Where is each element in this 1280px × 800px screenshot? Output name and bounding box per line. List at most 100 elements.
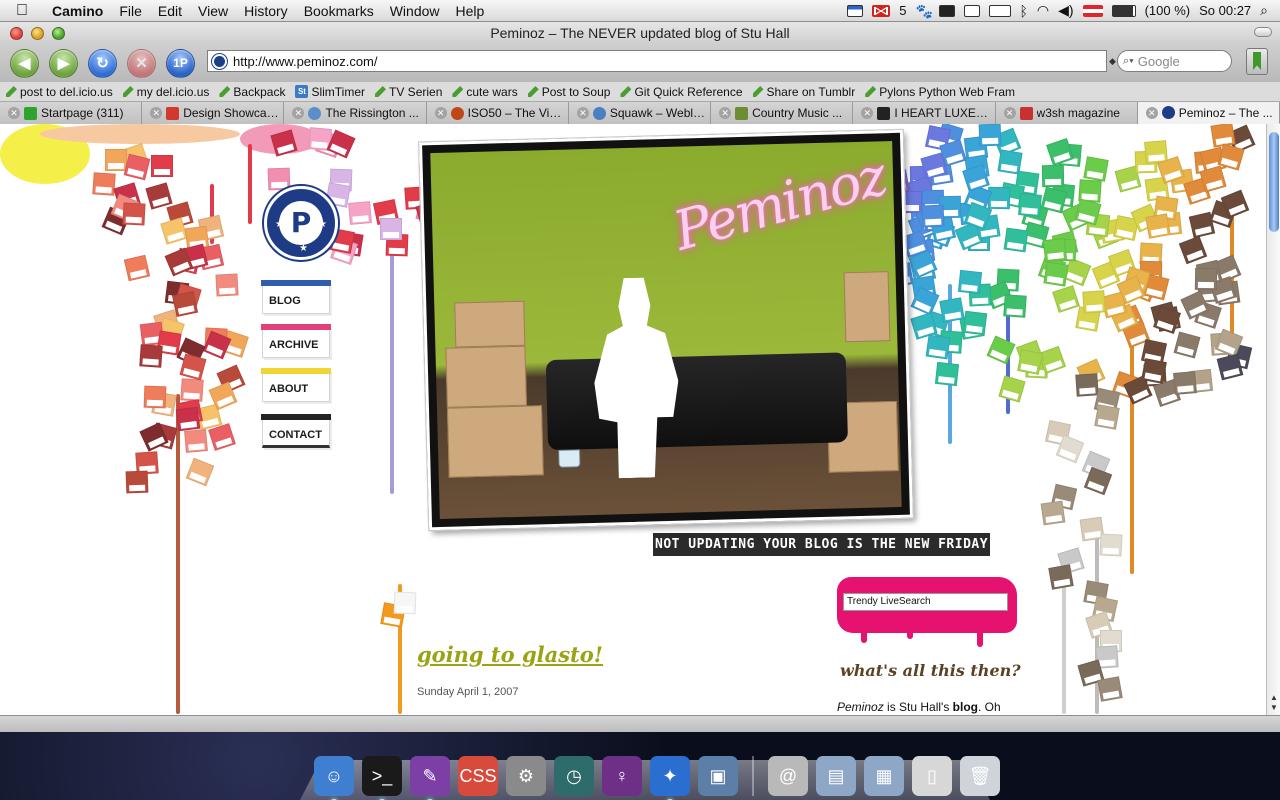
app-menu[interactable]: Camino (44, 0, 111, 22)
dock-mail-icon[interactable]: @ (768, 756, 808, 796)
scrollbar-thumb[interactable] (1269, 132, 1279, 232)
paint-chip (1173, 371, 1197, 395)
url-dropdown-icon[interactable]: ◆ (1109, 56, 1116, 67)
bookmark-tv-serien[interactable]: TV Serien (375, 85, 442, 99)
nav-about-link[interactable]: ABOUT (261, 368, 331, 402)
bookmark-slimtimer[interactable]: St SlimTimer (295, 85, 365, 99)
toolbar-toggle-button[interactable] (1254, 27, 1272, 37)
tab-favicon-icon (592, 106, 606, 120)
volume-icon[interactable]: ◀) (1058, 2, 1073, 19)
dock-trash-icon[interactable]: 🗑 (960, 756, 1000, 796)
paw-icon[interactable]: 🐾 (916, 4, 933, 18)
bookmark-post-to-delicious[interactable]: post to del.icio.us (6, 85, 113, 99)
tab-peminoz[interactable]: ✕ Peminoz – The ... (1137, 102, 1280, 124)
paint-drip (861, 625, 867, 643)
script-menu-icon[interactable] (938, 4, 955, 17)
search-engine-icon[interactable]: ⌕▾ (1123, 55, 1134, 68)
bookmarks-button[interactable] (1246, 48, 1268, 75)
dock-system-preferences-icon[interactable]: ⚙ (506, 756, 546, 796)
dock-applications-stack-icon[interactable]: ▦ (864, 756, 904, 796)
tab-close-icon[interactable]: ✕ (292, 107, 305, 119)
url-text: http://www.peminoz.com/ (233, 53, 378, 69)
tab-favicon-icon (1161, 106, 1175, 119)
paint-chip (125, 470, 149, 494)
display-icon[interactable] (963, 4, 980, 17)
tab-close-icon[interactable]: ✕ (150, 107, 163, 119)
tab-country-music[interactable]: ✕ Country Music ... (711, 102, 854, 124)
dock-time-machine-icon[interactable]: ◷ (554, 756, 594, 796)
close-window-button[interactable] (10, 26, 23, 40)
battery-icon[interactable] (1111, 4, 1136, 17)
dock-file-stack-icon[interactable]: ▯ (912, 756, 952, 796)
bookmark-pylons[interactable]: Pylons Python Web Fram (865, 85, 1015, 99)
stop-button[interactable]: ✕ (127, 48, 156, 78)
menu-help[interactable]: Help (448, 0, 493, 22)
dock-terminal-icon[interactable]: >_ (362, 756, 402, 800)
tab-close-icon[interactable]: ✕ (434, 107, 447, 119)
post-title-link[interactable]: going to glasto! (417, 642, 603, 667)
onepassword-button[interactable]: 1P (166, 48, 195, 78)
tab-rissington[interactable]: ✕ The Rissington ... (284, 102, 427, 124)
spotlight-search-icon[interactable]: ⌕ (1260, 2, 1268, 19)
paint-chip (393, 591, 417, 615)
bookmark-cute-wars[interactable]: cute wars (452, 85, 518, 99)
bookmark-post-to-soup[interactable]: Post to Soup (527, 85, 610, 99)
nav-blog-link[interactable]: BLOG (261, 280, 331, 314)
site-logo[interactable]: ★ ★ ★ P (264, 186, 338, 260)
bookmark-share-on-tumblr[interactable]: Share on Tumblr (752, 85, 855, 99)
tab-design-showcase[interactable]: ✕ Design Showcas... (142, 102, 285, 124)
tab-close-icon[interactable]: ✕ (576, 107, 589, 119)
bookmark-git-quick-reference[interactable]: Git Quick Reference (620, 85, 743, 99)
wifi-icon[interactable]: ◠ (1037, 2, 1049, 19)
hero-scene: Peminoz (430, 141, 902, 519)
search-field[interactable]: ⌕▾ Google (1117, 50, 1232, 72)
gmail-notifier-icon[interactable] (872, 4, 891, 17)
nav-contact-link[interactable]: CONTACT (261, 414, 331, 448)
dock-textmate-icon[interactable]: ✎ (410, 756, 450, 800)
dock-adium-icon[interactable]: ♀ (602, 756, 642, 796)
dock-iphoto-icon[interactable]: ▣ (698, 756, 738, 796)
page-scrollbar[interactable]: ▲ ▼ (1266, 124, 1280, 715)
reload-button[interactable]: ↻ (88, 48, 117, 78)
menu-meter-icon[interactable] (988, 4, 1011, 17)
tab-startpage[interactable]: ✕ Startpage (311) (0, 102, 143, 124)
paint-chip (1040, 500, 1066, 526)
tab-close-icon[interactable]: ✕ (1003, 107, 1016, 119)
dock-css-edit-icon[interactable]: CSS (458, 756, 498, 796)
menu-view[interactable]: View (190, 0, 236, 22)
scroll-arrows-icon[interactable]: ▲ ▼ (1268, 693, 1280, 713)
apple-menu-icon[interactable]:  (0, 2, 44, 20)
tab-close-icon[interactable]: ✕ (8, 107, 20, 119)
menu-window[interactable]: Window (382, 0, 448, 22)
tab-w3sh-magazine[interactable]: ✕ w3sh magazine (995, 102, 1138, 124)
dock-finder-icon[interactable]: ☺ (314, 756, 354, 800)
dock-separator (752, 756, 754, 796)
menu-edit[interactable]: Edit (150, 0, 190, 22)
minimize-window-button[interactable] (31, 26, 44, 40)
tab-close-icon[interactable]: ✕ (861, 107, 874, 119)
input-language-flag-icon[interactable] (1082, 4, 1103, 17)
tab-i-heart-luxe[interactable]: ✕ I HEART LUXE – ... (853, 102, 996, 124)
menu-file[interactable]: File (111, 0, 150, 22)
bookmark-my-delicious[interactable]: my del.icio.us (122, 85, 209, 99)
tab-close-icon[interactable]: ✕ (1145, 106, 1158, 119)
menu-bookmarks[interactable]: Bookmarks (296, 0, 382, 22)
menu-history[interactable]: History (236, 0, 296, 22)
live-search-input[interactable]: Trendy LiveSearch (843, 593, 1008, 611)
dock-documents-stack-icon[interactable]: ▤ (816, 756, 856, 796)
forward-button[interactable]: ▶ (49, 48, 78, 78)
clock[interactable]: So 00:27 (1199, 3, 1251, 18)
url-field[interactable]: http://www.peminoz.com/ (207, 50, 1107, 72)
neon-sign: Peminoz (667, 144, 892, 277)
nav-archive-link[interactable]: ARCHIVE (261, 324, 331, 358)
back-button[interactable]: ◀ (10, 48, 39, 78)
zoom-window-button[interactable] (52, 26, 65, 40)
tab-iso50[interactable]: ✕ ISO50 – The Vis... (426, 102, 569, 124)
calendar-icon[interactable] (847, 4, 864, 17)
blog-link[interactable]: blog (953, 700, 978, 714)
bookmark-backpack[interactable]: Backpack (219, 85, 285, 99)
tab-close-icon[interactable]: ✕ (719, 107, 732, 119)
tab-squawk[interactable]: ✕ Squawk – Weblog (568, 102, 712, 124)
dock-camino-icon[interactable]: ✦ (650, 756, 690, 800)
bluetooth-icon[interactable]: ᛒ (1020, 3, 1028, 19)
